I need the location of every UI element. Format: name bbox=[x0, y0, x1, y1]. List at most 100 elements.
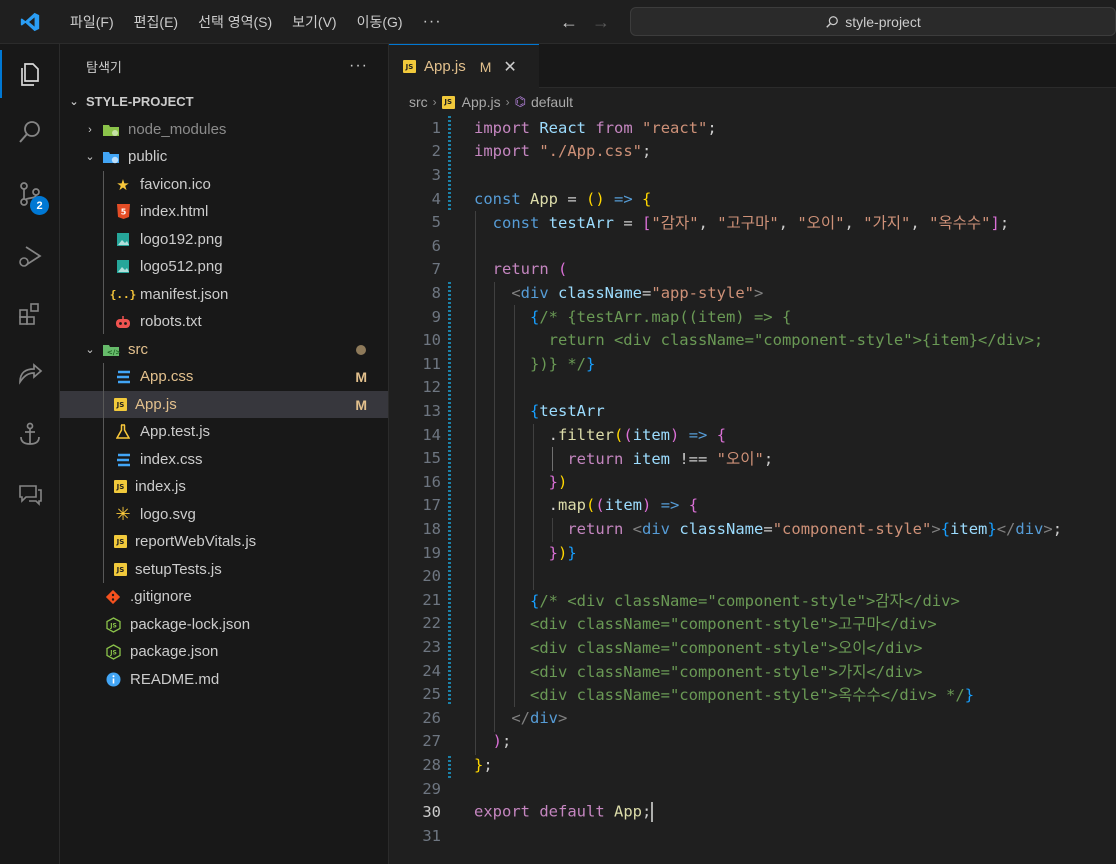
tree-item-node-modules[interactable]: › node_modules bbox=[60, 116, 388, 143]
code-line[interactable]: 5 const testArr = ["감자", "고구마", "오이", "가… bbox=[389, 210, 1116, 234]
code-line[interactable]: 28}; bbox=[389, 753, 1116, 777]
code-token: default bbox=[539, 802, 605, 821]
explorer-icon[interactable] bbox=[0, 46, 60, 102]
code-line[interactable]: 7 return ( bbox=[389, 258, 1116, 282]
menu-more-button[interactable]: ··· bbox=[413, 0, 452, 44]
code-line[interactable]: 26 </div> bbox=[389, 706, 1116, 730]
tree-item-app-js[interactable]: JS App.js M bbox=[60, 391, 388, 418]
code-token: ; bbox=[763, 450, 774, 469]
code-line[interactable]: 12 bbox=[389, 376, 1116, 400]
back-arrow-icon[interactable]: ← bbox=[560, 12, 578, 33]
tree-item-report-web-vitals[interactable]: JS reportWebVitals.js bbox=[60, 528, 388, 555]
comments-icon[interactable] bbox=[0, 466, 60, 522]
tree-item-index-js[interactable]: JS index.js bbox=[60, 473, 388, 500]
menu-selection[interactable]: 선택 영역(S) bbox=[188, 0, 282, 44]
menu-go[interactable]: 이동(G) bbox=[347, 0, 413, 44]
tree-item-package-json[interactable]: JS package.json bbox=[60, 638, 388, 665]
search-icon[interactable] bbox=[0, 104, 60, 160]
code-line[interactable]: 17 .map((item) => { bbox=[389, 494, 1116, 518]
menu-file[interactable]: 파일(F) bbox=[60, 0, 124, 44]
close-icon[interactable]: ✕ bbox=[503, 57, 516, 77]
tree-item-logo192[interactable]: logo192.png bbox=[60, 226, 388, 253]
tree-item-src[interactable]: ⌄ </> src bbox=[60, 336, 388, 363]
chevron-down-icon: ⌄ bbox=[85, 344, 95, 356]
code-editor[interactable]: 1 import React from "react"; 2 import "./Ap… bbox=[389, 116, 1116, 864]
code-line[interactable]: 19 })} bbox=[389, 541, 1116, 565]
menu-view[interactable]: 보기(V) bbox=[282, 0, 346, 44]
breadcrumb-file[interactable]: App.js bbox=[462, 94, 501, 110]
code-line[interactable]: 16 }) bbox=[389, 470, 1116, 494]
code-line[interactable]: 21 {/* <div className="component-style">… bbox=[389, 588, 1116, 612]
code-text: .map((item) => { bbox=[474, 496, 698, 514]
tree-item-label: logo512.png bbox=[140, 258, 223, 275]
tree-item-robots[interactable]: robots.txt bbox=[60, 308, 388, 335]
tree-item-index-html[interactable]: 5 index.html bbox=[60, 198, 388, 225]
line-number: 17 bbox=[422, 496, 441, 515]
code-line[interactable]: 24 <div className="component-style">가지</… bbox=[389, 659, 1116, 683]
svg-text:JS: JS bbox=[109, 622, 117, 629]
line-number: 11 bbox=[422, 354, 441, 373]
line-number: 3 bbox=[431, 165, 441, 184]
tree-item-favicon[interactable]: ★ favicon.ico bbox=[60, 171, 388, 198]
tree-item-manifest[interactable]: {..} manifest.json bbox=[60, 281, 388, 308]
tree-item-setup-tests[interactable]: JS setupTests.js bbox=[60, 556, 388, 583]
tree-indent-guide bbox=[103, 363, 104, 583]
code-line[interactable]: 20 bbox=[389, 564, 1116, 588]
anchor-icon[interactable] bbox=[0, 406, 60, 462]
code-line[interactable]: 25 <div className="component-style">옥수수<… bbox=[389, 682, 1116, 706]
code-token: ; bbox=[483, 755, 493, 774]
code-token: return <div className="component-style">… bbox=[474, 331, 1044, 350]
code-line[interactable]: 18 return <div className="component-styl… bbox=[389, 517, 1116, 541]
code-token: testArr bbox=[548, 214, 615, 233]
remote-share-icon[interactable] bbox=[0, 346, 60, 402]
source-control-icon[interactable]: 2 bbox=[0, 166, 60, 222]
breadcrumb-symbol[interactable]: default bbox=[531, 94, 573, 110]
tab-app-js[interactable]: JS App.js M ✕ bbox=[389, 44, 539, 88]
tree-item-public[interactable]: ⌄ public bbox=[60, 143, 388, 170]
code-line[interactable]: 31 bbox=[389, 824, 1116, 848]
code-text: </div> bbox=[474, 709, 567, 727]
code-line[interactable]: 30 export default App; bbox=[389, 800, 1116, 824]
tree-item-index-css[interactable]: index.css bbox=[60, 446, 388, 473]
tree-item-logo512[interactable]: logo512.png bbox=[60, 253, 388, 280]
command-center-search[interactable]: style-project bbox=[630, 7, 1116, 36]
code-line[interactable]: 3 bbox=[389, 163, 1116, 187]
tree-item-gitignore[interactable]: .gitignore bbox=[60, 583, 388, 610]
code-line[interactable]: 22 <div className="component-style">고구마<… bbox=[389, 612, 1116, 636]
code-line[interactable]: 15 return item !== "오이"; bbox=[389, 446, 1116, 470]
code-token: . bbox=[474, 425, 558, 444]
code-line[interactable]: 27 ); bbox=[389, 730, 1116, 754]
code-line[interactable]: 11 })} */} bbox=[389, 352, 1116, 376]
src-folder-icon: </> bbox=[102, 341, 120, 359]
tree-item-package-lock[interactable]: JS package-lock.json bbox=[60, 611, 388, 638]
modified-dot bbox=[356, 344, 366, 355]
tree-item-app-test[interactable]: App.test.js bbox=[60, 418, 388, 445]
line-number: 24 bbox=[422, 661, 441, 680]
forward-arrow-icon[interactable]: → bbox=[592, 12, 610, 33]
code-line[interactable]: 14 .filter((item) => { bbox=[389, 423, 1116, 447]
tree-item-app-css[interactable]: App.css M bbox=[60, 363, 388, 390]
menu-edit[interactable]: 편집(E) bbox=[124, 0, 188, 44]
code-line[interactable]: 6 bbox=[389, 234, 1116, 258]
code-line[interactable]: 4 const App = () => { bbox=[389, 187, 1116, 211]
code-line[interactable]: 29 bbox=[389, 777, 1116, 801]
code-token: > bbox=[558, 708, 568, 727]
code-line[interactable]: 1 import React from "react"; bbox=[389, 116, 1116, 140]
run-debug-icon[interactable] bbox=[0, 228, 60, 284]
breadcrumb-folder[interactable]: src bbox=[409, 94, 428, 110]
explorer-more-button[interactable]: ··· bbox=[349, 57, 368, 75]
code-line[interactable]: 10 return <div className="component-styl… bbox=[389, 328, 1116, 352]
project-root[interactable]: ⌄ STYLE-PROJECT bbox=[60, 88, 388, 115]
tree-item-logo-svg[interactable]: ✳ logo.svg bbox=[60, 501, 388, 528]
code-line[interactable]: 13 {testArr bbox=[389, 399, 1116, 423]
code-line[interactable]: 8 <div className="app-style"> bbox=[389, 281, 1116, 305]
code-token: = bbox=[558, 189, 587, 208]
tree-item-readme[interactable]: README.md bbox=[60, 666, 388, 693]
code-line[interactable]: 2 import "./App.css"; bbox=[389, 140, 1116, 164]
code-line[interactable]: 9 {/* {testArr.map((item) => { bbox=[389, 305, 1116, 329]
code-text: <div className="component-style">고구마</di… bbox=[474, 612, 937, 634]
code-line[interactable]: 23 <div className="component-style">오이</… bbox=[389, 635, 1116, 659]
extensions-icon[interactable] bbox=[0, 286, 60, 342]
